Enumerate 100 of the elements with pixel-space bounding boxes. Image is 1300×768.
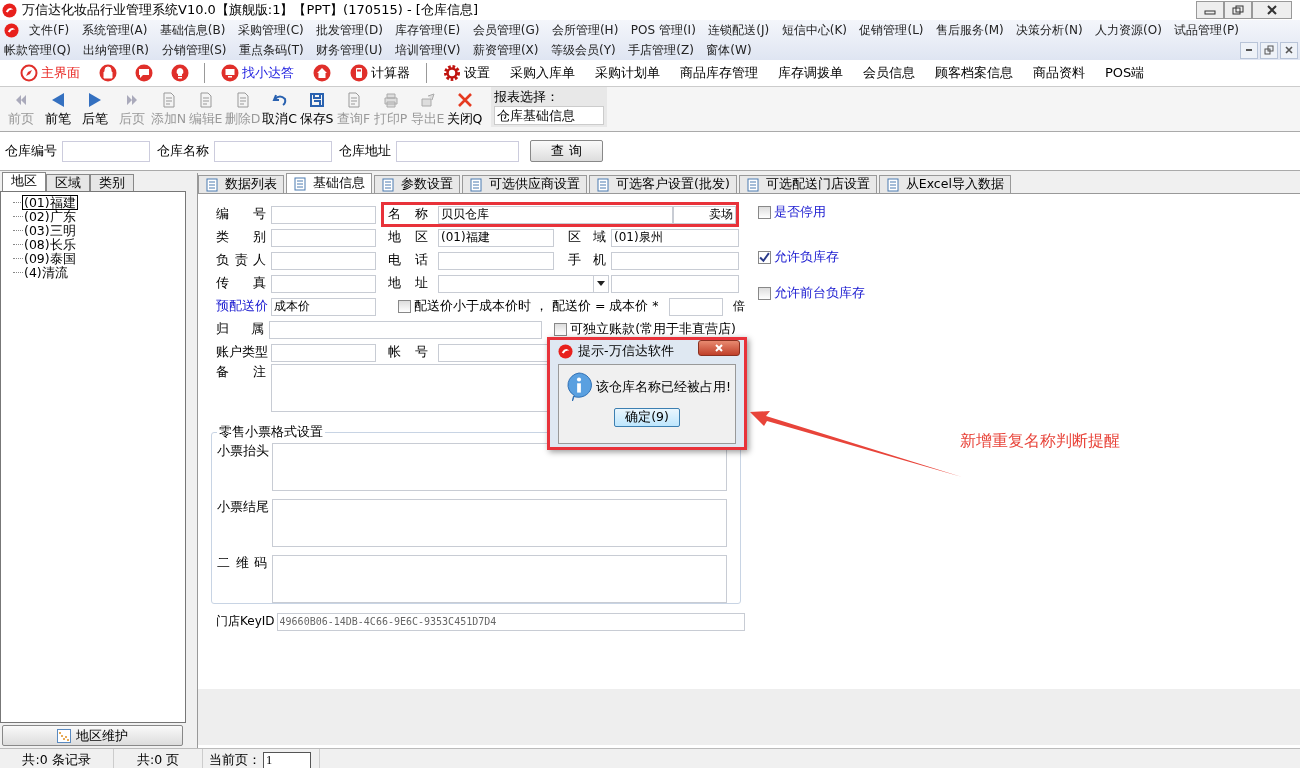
menu-item[interactable]: 连锁配送(J)	[708, 21, 770, 39]
menu-item[interactable]: 会所管理(H)	[551, 21, 619, 39]
tab[interactable]: 参数设置	[374, 175, 460, 193]
toolbar-button[interactable]: 保存S	[298, 90, 335, 128]
multiplier-field[interactable]	[668, 297, 723, 316]
menu-item[interactable]: 促销管理(L)	[859, 21, 924, 39]
address-detail-field[interactable]	[611, 274, 739, 293]
toolbar-button[interactable]: 取消C	[261, 90, 298, 128]
checkbox[interactable]	[758, 205, 771, 219]
menu-item[interactable]: POS 管理(I)	[630, 21, 696, 39]
menu-item[interactable]: 会员管理(G)	[472, 21, 540, 39]
tree-item[interactable]: (01)福建	[23, 195, 77, 209]
menu-item[interactable]: 采购管理(C)	[237, 21, 304, 39]
toolbar-button[interactable]: 商品库存管理	[670, 64, 768, 82]
search-field[interactable]	[214, 140, 332, 162]
manager-field[interactable]	[271, 251, 376, 270]
toolbar-button[interactable]: 后笔	[76, 90, 113, 128]
close-button[interactable]	[1252, 1, 1292, 19]
receipt-text-field[interactable]	[272, 499, 727, 547]
fax-field[interactable]	[271, 274, 376, 293]
toolbar-button[interactable]: 前笔	[39, 90, 76, 128]
belong-field[interactable]	[269, 320, 543, 339]
checkbox[interactable]	[758, 250, 771, 264]
panel-tab[interactable]: 区域	[46, 174, 90, 191]
receipt-text-field[interactable]	[272, 555, 727, 603]
tab[interactable]: 基础信息	[286, 173, 372, 193]
menu-item[interactable]: 系统管理(A)	[81, 21, 148, 39]
tree-item[interactable]: (03)三明	[23, 223, 77, 237]
search-field[interactable]	[396, 140, 519, 162]
toolbar-button[interactable]: 找小达答	[211, 64, 304, 82]
type-field[interactable]: 卖场	[673, 205, 736, 224]
menu-item[interactable]: 出纳管理(R)	[83, 41, 149, 59]
checkbox[interactable]	[554, 323, 568, 336]
toolbar-button[interactable]: 库存调拨单	[768, 64, 853, 82]
area-field[interactable]: (01)泉州	[611, 228, 739, 247]
menu-item[interactable]: 重点条码(T)	[239, 41, 304, 59]
menu-item[interactable]: 文件(F)	[29, 21, 70, 39]
toolbar-button[interactable]	[313, 64, 331, 82]
tree-item[interactable]: (08)长乐	[23, 237, 77, 251]
toolbar-button[interactable]: 计算器	[340, 64, 420, 82]
toolbar-button[interactable]: 关闭Q	[446, 90, 483, 128]
region-field[interactable]: (01)福建	[438, 228, 554, 247]
toolbar-button[interactable]: 会员信息	[853, 64, 925, 82]
category-field[interactable]	[271, 228, 376, 247]
toolbar-button[interactable]	[135, 64, 153, 82]
tree-item[interactable]: (02)广东	[23, 209, 77, 223]
region-maintain-button[interactable]: 地区维护	[2, 725, 183, 746]
toolbar-button[interactable]	[171, 64, 189, 82]
menu-item[interactable]: 分销管理(S)	[161, 41, 227, 59]
checkbox[interactable]	[398, 300, 411, 313]
menu-item[interactable]: 窗体(W)	[706, 41, 752, 59]
phone-field[interactable]	[438, 251, 554, 270]
minimize-button[interactable]	[1240, 41, 1258, 59]
report-select-field[interactable]: 仓库基础信息	[494, 106, 604, 125]
key-id-field[interactable]: 49660B06-14DB-4C66-9E6C-9353C451D7D4	[276, 612, 745, 631]
account-type-field[interactable]	[271, 343, 376, 362]
restore-button[interactable]	[1260, 41, 1278, 59]
current-page-field[interactable]: 1	[263, 751, 311, 768]
toolbar-button[interactable]: 采购入库单	[500, 64, 585, 82]
toolbar-button[interactable]: 顾客档案信息	[925, 64, 1023, 82]
menu-item[interactable]: 短信中心(K)	[781, 21, 847, 39]
receipt-text-field[interactable]	[272, 443, 727, 491]
menu-item[interactable]: 培训管理(V)	[394, 41, 461, 59]
menu-item[interactable]: 薪资管理(X)	[472, 41, 539, 59]
tab[interactable]: 可选客户设置(批发)	[589, 175, 737, 193]
tab[interactable]: 可选配送门店设置	[738, 175, 877, 193]
menu-item[interactable]: 等级会员(Y)	[551, 41, 616, 59]
menu-item[interactable]: 基础信息(B)	[159, 21, 226, 39]
panel-tab[interactable]: 地区	[2, 172, 46, 191]
menu-item[interactable]: 售后服务(M)	[936, 21, 1004, 39]
search-field[interactable]	[62, 140, 150, 162]
close-button[interactable]	[1280, 41, 1298, 59]
menu-item[interactable]: 决策分析(N)	[1016, 21, 1083, 39]
menu-item[interactable]: 库存管理(E)	[395, 21, 461, 39]
tab[interactable]: 数据列表	[198, 175, 284, 193]
minimize-button[interactable]	[1196, 1, 1224, 19]
toolbar-button[interactable]: POS端	[1095, 64, 1155, 82]
close-button[interactable]	[698, 340, 740, 356]
panel-tab[interactable]: 类别	[90, 174, 134, 191]
toolbar-button[interactable]: 主界面	[10, 64, 90, 82]
tab[interactable]: 从Excel导入数据	[878, 175, 1011, 193]
menu-item[interactable]: 批发管理(D)	[316, 21, 383, 39]
menu-item[interactable]: 帐款管理(Q)	[4, 41, 71, 59]
tree-item[interactable]: (4)清流	[23, 265, 69, 279]
menu-item[interactable]: 人力资源(O)	[1095, 21, 1162, 39]
checkbox[interactable]	[758, 286, 771, 300]
name-field[interactable]: 贝贝仓库	[438, 205, 673, 224]
menu-item[interactable]: 手店管理(Z)	[628, 41, 694, 59]
query-button[interactable]: 查 询	[530, 140, 603, 162]
toolbar-button[interactable]: 商品资料	[1023, 64, 1095, 82]
menu-item[interactable]: 试品管理(P)	[1174, 21, 1240, 39]
tree-item[interactable]: (09)泰国	[23, 251, 77, 265]
maximize-button[interactable]	[1224, 1, 1252, 19]
pre-price-field[interactable]: 成本价	[271, 297, 376, 316]
ok-button[interactable]: 确定(9)	[614, 408, 680, 427]
code-field[interactable]	[271, 205, 376, 224]
menu-item[interactable]: 财务管理(U)	[316, 41, 383, 59]
mobile-field[interactable]	[611, 251, 739, 270]
toolbar-button[interactable]: 采购计划单	[585, 64, 670, 82]
toolbar-button[interactable]: 设置	[433, 64, 500, 82]
